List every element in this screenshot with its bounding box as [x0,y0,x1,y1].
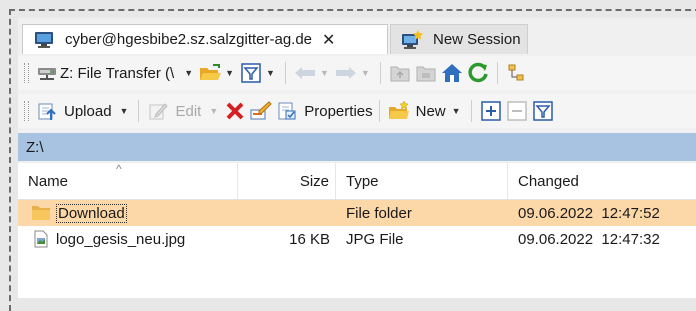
file-actions-toolbar: Upload ▼ Edit ▼ Properties New ▼ [18,94,696,128]
file-name-cell: Download [30,200,238,226]
file-name-cell: logo_gesis_neu.jpg [30,226,238,252]
upload-dropdown-icon[interactable]: ▼ [120,106,129,116]
toolbar-separator [379,62,381,84]
drive-select[interactable]: Z: File Transfer (\ [60,65,174,82]
edit-button[interactable]: Edit [175,103,201,120]
file-list: ^ Name Size Type Changed Download File f… [18,162,696,298]
navigation-toolbar: Z: File Transfer (\ ▼ ▼ ▼ ▼ ▼ [18,56,696,90]
folder-icon [30,202,52,224]
column-header-type[interactable]: Type [336,163,508,199]
session-tabs: cyber@hgesbibe2.sz.salzgitter-ag.de ✕ Ne… [18,18,696,54]
open-folder-dropdown-icon[interactable]: ▼ [225,68,234,78]
path-bar: Z:\ [18,133,696,161]
file-row-download[interactable]: Download File folder 09.06.2022 12:47:52 [18,200,696,226]
column-header-name[interactable]: ^ Name [18,162,238,199]
upload-icon [36,100,58,122]
rename-icon[interactable] [250,100,272,122]
file-size [238,200,330,226]
new-button[interactable]: New [416,103,446,120]
file-changed: 09.06.2022 12:47:32 [518,230,660,248]
upload-button[interactable]: Upload [64,103,112,120]
toolbar-separator [496,62,498,84]
file-size: 16 KB [289,230,330,248]
filter-select-icon[interactable] [532,100,554,122]
toolbar-separator [470,100,472,122]
image-file-icon [30,228,52,250]
select-plus-icon[interactable] [480,100,502,122]
file-changed: 09.06.2022 12:47:52 [518,204,660,222]
new-folder-icon [388,100,410,122]
filter-dropdown-icon[interactable]: ▼ [266,68,275,78]
sort-ascending-icon: ^ [116,162,122,176]
file-row-logo[interactable]: logo_gesis_neu.jpg 16 KB JPG File 09.06.… [18,226,696,252]
new-session-icon [401,29,423,51]
network-drive-icon [36,62,58,84]
root-directory-icon[interactable] [415,62,437,84]
properties-icon [276,100,298,122]
delete-icon[interactable] [224,100,246,122]
unselect-minus-icon[interactable] [506,100,528,122]
edit-icon [147,100,169,122]
column-header-changed[interactable]: Changed [508,163,696,199]
toolbar-grip[interactable] [24,63,29,83]
column-header-size[interactable]: Size [238,163,336,199]
file-name: logo_gesis_neu.jpg [56,230,186,248]
back-arrow-icon[interactable] [294,62,316,84]
forward-dropdown-icon[interactable]: ▼ [361,68,370,78]
tab-new-session[interactable]: New Session [390,24,528,54]
current-path: Z:\ [26,138,44,156]
file-name: Download [56,203,127,223]
refresh-icon[interactable] [467,62,489,84]
properties-button[interactable]: Properties [304,103,372,120]
file-panel-window: cyber@hgesbibe2.sz.salzgitter-ag.de ✕ Ne… [18,18,696,298]
close-tab-icon[interactable]: ✕ [322,30,335,50]
toolbar-separator [378,100,380,122]
file-type: JPG File [346,230,404,248]
toolbar-grip[interactable] [24,101,29,121]
tab-current-session[interactable]: cyber@hgesbibe2.sz.salzgitter-ag.de ✕ [22,24,388,54]
monitor-icon [33,29,55,51]
filter-icon[interactable] [240,62,262,84]
file-type: File folder [346,204,412,222]
tree-view-icon[interactable] [506,62,528,84]
tab-label: cyber@hgesbibe2.sz.salzgitter-ag.de [65,31,313,48]
new-dropdown-icon[interactable]: ▼ [452,106,461,116]
toolbar-separator [138,100,140,122]
edit-dropdown-icon[interactable]: ▼ [209,106,218,116]
home-icon[interactable] [441,62,463,84]
column-header-row: ^ Name Size Type Changed [18,162,696,200]
open-folder-icon[interactable] [199,62,222,84]
back-dropdown-icon[interactable]: ▼ [320,68,329,78]
drive-dropdown-icon[interactable]: ▼ [184,68,193,78]
tab-label: New Session [433,31,521,48]
forward-arrow-icon[interactable] [335,62,357,84]
toolbar-separator [284,62,286,84]
parent-directory-icon[interactable] [389,62,411,84]
